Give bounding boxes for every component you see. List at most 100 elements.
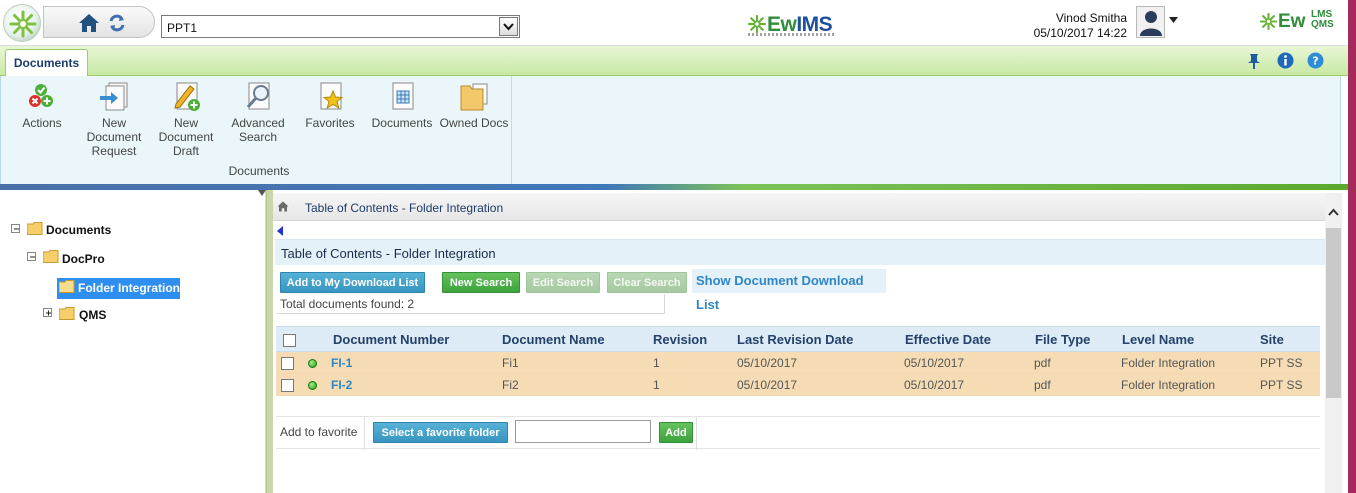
folder-icon (27, 222, 43, 235)
select-all-checkbox[interactable] (283, 334, 296, 347)
column-document-name[interactable]: Document Name (502, 332, 605, 347)
status-active-icon (308, 359, 317, 368)
select-favorite-folder-button[interactable]: Select a favorite folder (373, 422, 508, 443)
svg-text:?: ? (1312, 55, 1318, 68)
tree-node-documents[interactable]: Documents (46, 220, 111, 240)
panel-splitter[interactable] (266, 190, 273, 493)
column-revision[interactable]: Revision (653, 332, 707, 347)
tree-node-qms[interactable]: QMS (79, 305, 106, 325)
level-name: Folder Integration (1121, 356, 1216, 370)
column-effective-date[interactable]: Effective Date (905, 332, 991, 347)
ribbon-group-documents: Actions New Document Request New Documen… (6, 76, 512, 184)
caret-down-icon[interactable] (1169, 17, 1178, 23)
tree-node-folder-integration[interactable]: Folder Integration (57, 278, 180, 299)
ewqms-sub: QMS (1311, 19, 1334, 30)
documents-icon (385, 80, 419, 114)
chevron-down-icon[interactable] (499, 17, 518, 36)
divider (364, 417, 365, 450)
edit-search-button[interactable]: Edit Search (526, 272, 600, 293)
tree-collapse-toggle[interactable] (11, 224, 20, 233)
ribbon-group-label: Documents (228, 164, 290, 178)
table-row[interactable]: FI-2 Fi2 1 05/10/2017 05/10/2017 pdf Fol… (276, 374, 1320, 396)
column-site[interactable]: Site (1260, 332, 1284, 347)
tree-node-docpro[interactable]: DocPro (62, 249, 105, 269)
documents-label: Documents (371, 116, 433, 130)
owned-docs-label: Owned Docs (439, 116, 509, 130)
site-select[interactable]: PPT1 (161, 15, 520, 38)
breadcrumb-separator-icon (293, 205, 294, 209)
add-to-favorite-label: Add to favorite (280, 425, 358, 439)
user-datetime: 05/10/2017 14:22 (1033, 26, 1127, 40)
show-download-list-link[interactable]: Show Document Download List (692, 269, 886, 312)
document-number-link[interactable]: FI-2 (331, 378, 352, 392)
owned-docs-button[interactable]: Owned Docs (439, 80, 509, 130)
breadcrumb-text[interactable]: Table of Contents - Folder Integration (305, 201, 503, 215)
add-to-download-list-button[interactable]: Add to My Download List (280, 272, 425, 293)
table-row[interactable]: FI-1 Fi1 1 05/10/2017 05/10/2017 pdf Fol… (276, 352, 1320, 374)
folder-docs-icon (457, 80, 491, 114)
site: PPT SS (1260, 356, 1303, 370)
user-icon (1140, 11, 1162, 36)
magnifier-icon (241, 80, 275, 114)
advanced-search-button[interactable]: Advanced Search (223, 80, 293, 144)
revision: 1 (653, 378, 660, 392)
column-level-name[interactable]: Level Name (1122, 332, 1194, 347)
favorites-button[interactable]: Favorites (295, 80, 365, 130)
window-edge (1348, 0, 1356, 493)
top-header: PPT1 EwIMS Vinod Smitha 05/10/2017 14:22 (0, 0, 1348, 46)
new-document-request-label: New Document Request (86, 116, 142, 158)
new-document-draft-button[interactable]: New Document Draft (151, 80, 221, 158)
row-checkbox[interactable] (281, 357, 294, 370)
new-document-draft-label: New Document Draft (158, 116, 214, 158)
favorite-folder-input[interactable] (515, 420, 651, 443)
tab-documents[interactable]: Documents (5, 49, 88, 77)
document-number-link[interactable]: FI-1 (331, 356, 352, 370)
splitter-arrow-icon[interactable] (258, 190, 266, 196)
column-file-type[interactable]: File Type (1035, 332, 1090, 347)
clear-search-button[interactable]: Clear Search (607, 272, 687, 293)
tree-collapse-toggle[interactable] (27, 252, 36, 261)
ribbon-body: Actions New Document Request New Documen… (0, 76, 1341, 185)
avatar[interactable] (1136, 6, 1165, 38)
collapse-left-icon[interactable] (277, 226, 283, 236)
total-documents-count: Total documents found: 2 (277, 294, 665, 314)
document-name: Fi1 (502, 356, 519, 370)
app-window: PPT1 EwIMS Vinod Smitha 05/10/2017 14:22 (0, 0, 1356, 493)
level-name: Folder Integration (1121, 378, 1216, 392)
add-favorite-button[interactable]: Add (659, 422, 693, 443)
info-icon[interactable] (1277, 52, 1294, 69)
main-content: Table of Contents - Folder Integration T… (273, 193, 1325, 493)
column-last-revision-date[interactable]: Last Revision Date (737, 332, 853, 347)
row-checkbox[interactable] (281, 379, 294, 392)
actions-label: Actions (22, 116, 62, 130)
file-type: pdf (1034, 356, 1051, 370)
revision: 1 (653, 356, 660, 370)
ewims-logo: EwIMS (748, 13, 838, 39)
scrollbar-thumb[interactable] (1326, 228, 1341, 398)
help-icon[interactable]: ? (1307, 52, 1324, 69)
home-icon[interactable] (277, 201, 289, 212)
tree-expand-toggle[interactable] (43, 308, 52, 317)
home-icon[interactable] (78, 13, 100, 36)
breadcrumb: Table of Contents - Folder Integration (273, 193, 1325, 221)
folder-icon (43, 250, 59, 263)
new-search-button[interactable]: New Search (442, 272, 520, 293)
new-document-request-button[interactable]: New Document Request (79, 80, 149, 158)
content-scrollbar[interactable] (1325, 193, 1342, 493)
folder-tree-panel: Documents DocPro Folder Integration QMS (0, 190, 266, 493)
refresh-icon[interactable] (107, 13, 127, 36)
favorites-label: Favorites (305, 116, 355, 130)
ribbon-tabbar: Documents (0, 46, 1348, 77)
pin-icon[interactable] (1247, 53, 1261, 69)
last-revision-date: 05/10/2017 (737, 378, 798, 392)
column-document-number[interactable]: Document Number (333, 332, 449, 347)
ewims-star-icon (748, 15, 766, 33)
scroll-up-icon[interactable] (1325, 193, 1342, 228)
user-name: Vinod Smitha (1055, 11, 1127, 25)
ewqms-wordmark: Ew (1278, 11, 1306, 32)
documents-button[interactable]: Documents (367, 80, 437, 130)
table-header: Document Number Document Name Revision L… (276, 326, 1320, 352)
status-active-icon (308, 381, 317, 390)
app-logo-icon[interactable] (3, 4, 41, 42)
actions-button[interactable]: Actions (7, 80, 77, 130)
